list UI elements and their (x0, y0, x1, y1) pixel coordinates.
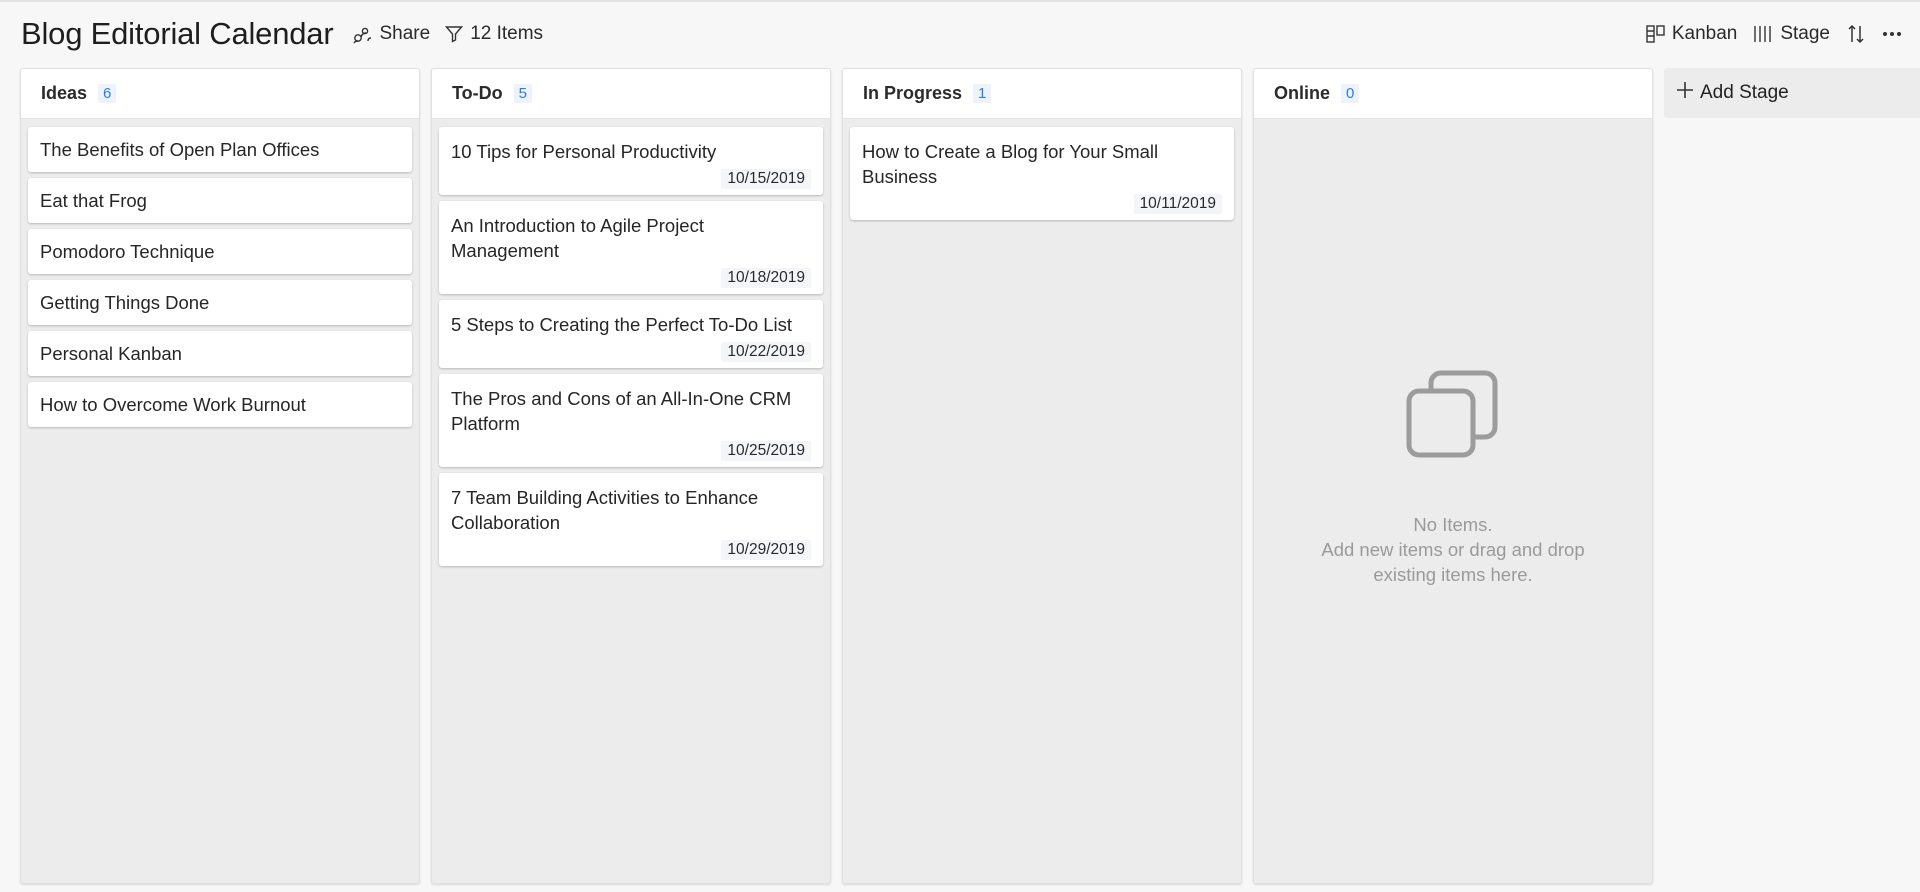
empty-message-title: No Items. (1413, 514, 1493, 535)
card-due-date: 10/29/2019 (721, 540, 811, 560)
card-title: Personal Kanban (40, 343, 182, 364)
plus-icon (1676, 81, 1694, 105)
card-due-date: 10/22/2019 (721, 342, 811, 362)
card-title: Eat that Frog (40, 190, 147, 211)
share-label: Share (379, 23, 431, 44)
more-icon (1882, 31, 1902, 37)
share-icon (352, 24, 372, 44)
column-count-badge: 5 (513, 84, 532, 103)
card-due-date: 10/18/2019 (721, 268, 811, 288)
kanban-card[interactable]: How to Overcome Work Burnout (28, 382, 412, 427)
column-header[interactable]: Ideas 6 (21, 69, 419, 119)
page-header: Blog Editorial Calendar Share 12 Items K… (0, 2, 1920, 66)
add-stage-label: Add Stage (1700, 82, 1789, 103)
kanban-card[interactable]: 7 Team Building Activities to Enhance Co… (439, 473, 823, 566)
column-to-do: To-Do 5 10 Tips for Personal Productivit… (431, 68, 831, 884)
column-title: In Progress (863, 83, 963, 103)
sort-icon (1846, 24, 1866, 44)
card-title: 7 Team Building Activities to Enhance Co… (451, 487, 759, 533)
column-header[interactable]: Online 0 (1254, 69, 1652, 119)
column-count-badge: 1 (973, 84, 992, 103)
column-count-badge: 0 (1341, 84, 1360, 103)
card-title: How to Create a Blog for Your Small Busi… (862, 141, 1159, 187)
group-by-stage-button[interactable]: Stage (1753, 23, 1830, 45)
column-title: Online (1274, 83, 1331, 103)
card-title: An Introduction to Agile Project Managem… (451, 215, 704, 261)
empty-cards-icon (1405, 369, 1501, 470)
filter-label: 12 Items (470, 23, 544, 44)
kanban-card[interactable]: The Benefits of Open Plan Offices (28, 127, 412, 172)
column-online: Online 0 No Items. Add new items or drag… (1253, 68, 1653, 884)
column-in-progress: In Progress 1 How to Create a Blog for Y… (842, 68, 1242, 884)
card-title: 5 Steps to Creating the Perfect To-Do Li… (451, 314, 793, 335)
card-title: 10 Tips for Personal Productivity (451, 141, 717, 162)
more-options-button[interactable] (1882, 31, 1902, 37)
card-title: Getting Things Done (40, 292, 210, 313)
kanban-board: Ideas 6 The Benefits of Open Plan Office… (20, 68, 1920, 884)
share-button[interactable]: Share (352, 23, 430, 45)
page-title: Blog Editorial Calendar (21, 16, 334, 51)
kanban-card[interactable]: 5 Steps to Creating the Perfect To-Do Li… (439, 300, 823, 368)
column-count-badge: 6 (98, 84, 117, 103)
filter-icon (445, 25, 464, 43)
view-kanban-button[interactable]: Kanban (1646, 23, 1738, 45)
column-title: Ideas (41, 83, 88, 103)
column-header[interactable]: In Progress 1 (843, 69, 1241, 119)
empty-state: No Items. Add new items or drag and drop… (1254, 369, 1652, 587)
card-due-date: 10/25/2019 (721, 441, 811, 461)
empty-message-body: Add new items or drag and drop existing … (1321, 539, 1585, 585)
column-ideas: Ideas 6 The Benefits of Open Plan Office… (20, 68, 420, 884)
card-title: Pomodoro Technique (40, 241, 215, 262)
kanban-card[interactable]: The Pros and Cons of an All-In-One CRM P… (439, 374, 823, 467)
kanban-card[interactable]: Personal Kanban (28, 331, 412, 376)
columns-icon (1753, 25, 1773, 43)
kanban-card[interactable]: Getting Things Done (28, 280, 412, 325)
card-due-date: 10/15/2019 (721, 169, 811, 189)
kanban-card[interactable]: 10 Tips for Personal Productivity 10/15/… (439, 127, 823, 195)
column-title: To-Do (452, 83, 503, 103)
kanban-card[interactable]: An Introduction to Agile Project Managem… (439, 201, 823, 294)
sort-button[interactable] (1846, 24, 1866, 44)
group-label: Stage (1780, 23, 1830, 44)
card-title: The Pros and Cons of an All-In-One CRM P… (451, 388, 792, 434)
kanban-card[interactable]: Eat that Frog (28, 178, 412, 223)
kanban-card[interactable]: Pomodoro Technique (28, 229, 412, 274)
kanban-icon (1646, 25, 1665, 43)
kanban-card[interactable]: How to Create a Blog for Your Small Busi… (850, 127, 1234, 220)
view-label: Kanban (1671, 23, 1738, 44)
column-header[interactable]: To-Do 5 (432, 69, 830, 119)
card-due-date: 10/11/2019 (1133, 194, 1222, 214)
card-title: The Benefits of Open Plan Offices (40, 139, 320, 160)
card-title: How to Overcome Work Burnout (40, 394, 306, 415)
add-stage-button[interactable]: Add Stage (1664, 68, 1920, 118)
filter-button[interactable]: 12 Items (445, 23, 543, 45)
